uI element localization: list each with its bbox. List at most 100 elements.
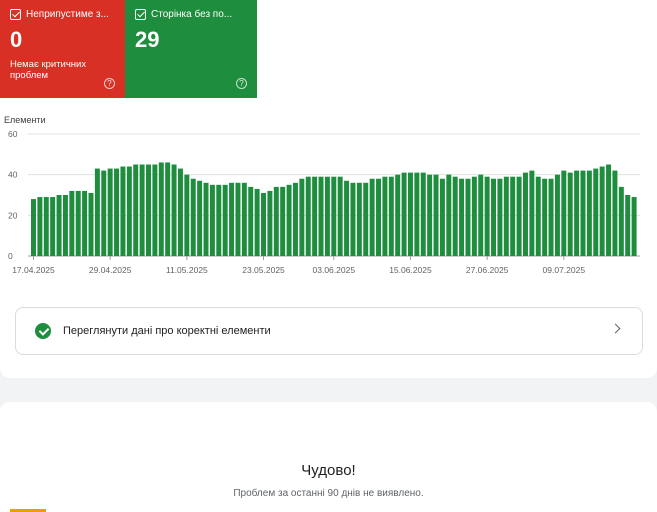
chart-bar[interactable] xyxy=(203,182,209,256)
chart-bar[interactable] xyxy=(465,178,471,256)
chart-bar[interactable] xyxy=(94,168,100,256)
chart-bar[interactable] xyxy=(235,182,241,256)
chart-bar[interactable] xyxy=(376,178,382,256)
view-valid-items-link[interactable]: Переглянути дані про коректні елементи xyxy=(15,307,643,355)
chart-bar[interactable] xyxy=(574,170,580,256)
chart-bar[interactable] xyxy=(522,172,528,256)
chart-bar[interactable] xyxy=(459,178,465,256)
chart-bar[interactable] xyxy=(305,176,311,256)
chart-bar[interactable] xyxy=(369,178,375,256)
chart-bar[interactable] xyxy=(101,170,107,256)
chart-bar[interactable] xyxy=(535,176,541,256)
chart-bar[interactable] xyxy=(152,164,158,257)
chart-bar[interactable] xyxy=(114,168,120,256)
chart-bar[interactable] xyxy=(407,172,413,256)
chart-bar[interactable] xyxy=(382,176,388,256)
chart-bar[interactable] xyxy=(43,197,49,256)
chart-bar[interactable] xyxy=(491,178,497,256)
chart-bar[interactable] xyxy=(554,174,560,256)
chart-bar[interactable] xyxy=(586,170,592,256)
chart-bar[interactable] xyxy=(248,186,254,256)
chart-bar[interactable] xyxy=(197,180,203,256)
chart-bar[interactable] xyxy=(324,176,330,256)
chart-bar[interactable] xyxy=(350,182,356,256)
chart-bar[interactable] xyxy=(209,184,215,256)
chart-bar[interactable] xyxy=(478,174,484,256)
chart-bar[interactable] xyxy=(69,190,75,256)
chart-bar[interactable] xyxy=(439,178,445,256)
chart-bar[interactable] xyxy=(261,192,266,256)
checkbox-icon[interactable] xyxy=(135,9,146,20)
chart-bar[interactable] xyxy=(561,170,567,256)
checkbox-icon[interactable] xyxy=(10,9,21,20)
chart-bar[interactable] xyxy=(420,172,426,256)
chart-bar[interactable] xyxy=(139,164,145,257)
help-icon[interactable]: ? xyxy=(104,78,115,89)
chart-bar[interactable] xyxy=(177,168,183,256)
chart-bar[interactable] xyxy=(31,199,36,256)
chart-bar[interactable] xyxy=(318,176,324,256)
chart-bar[interactable] xyxy=(107,168,113,256)
chart-bar[interactable] xyxy=(363,182,369,256)
chart-bar[interactable] xyxy=(56,195,62,256)
chart-bar[interactable] xyxy=(216,184,222,256)
chart-bar[interactable] xyxy=(529,170,535,256)
chart-bar[interactable] xyxy=(580,170,586,256)
card-invalid[interactable]: Неприпустиме з... 0 Немає критичних проб… xyxy=(0,0,125,98)
chart-bar[interactable] xyxy=(286,184,292,256)
chart-bar[interactable] xyxy=(606,164,612,257)
chart-bar[interactable] xyxy=(548,178,554,256)
chart-bar[interactable] xyxy=(88,192,94,256)
chart-bar[interactable] xyxy=(331,176,337,256)
chart-bar[interactable] xyxy=(62,195,68,256)
chart-bar[interactable] xyxy=(82,190,88,256)
chart-bar[interactable] xyxy=(158,162,164,256)
chart-bar[interactable] xyxy=(146,164,151,257)
chart-bar[interactable] xyxy=(433,174,439,256)
chart-bar[interactable] xyxy=(395,174,401,256)
chart-bar[interactable] xyxy=(229,182,235,256)
chart-bar[interactable] xyxy=(267,190,273,256)
chart-bar[interactable] xyxy=(631,197,637,256)
card-valid[interactable]: Сторінка без по... 29 ? xyxy=(125,0,257,98)
help-icon[interactable]: ? xyxy=(236,78,247,89)
chart-bar[interactable] xyxy=(446,174,452,256)
chart-bar[interactable] xyxy=(184,174,190,256)
chart-bar[interactable] xyxy=(401,172,407,256)
chart-bar[interactable] xyxy=(299,178,305,256)
chart-bar[interactable] xyxy=(612,170,618,256)
chart-bar[interactable] xyxy=(190,178,196,256)
chart-bar[interactable] xyxy=(516,176,522,256)
chart-bar[interactable] xyxy=(171,164,177,257)
chart-bar[interactable] xyxy=(427,174,433,256)
chart-bar[interactable] xyxy=(50,197,56,256)
chart-bar[interactable] xyxy=(484,176,490,256)
chart-bar[interactable] xyxy=(344,180,350,256)
chart-bar[interactable] xyxy=(452,176,458,256)
chart-bar[interactable] xyxy=(254,188,260,256)
chart-bar[interactable] xyxy=(280,186,286,256)
chart-bar[interactable] xyxy=(312,176,318,256)
chart-bar[interactable] xyxy=(618,186,624,256)
chart-bar[interactable] xyxy=(120,166,126,256)
chart-bar[interactable] xyxy=(471,176,477,256)
chart-bar[interactable] xyxy=(510,176,516,256)
chart-bar[interactable] xyxy=(165,162,171,256)
chart-bar[interactable] xyxy=(273,186,279,256)
chart-bar[interactable] xyxy=(222,184,228,256)
chart-bar[interactable] xyxy=(567,172,573,256)
chart-bar[interactable] xyxy=(75,190,81,256)
chart-bar[interactable] xyxy=(356,182,362,256)
chart-bar[interactable] xyxy=(542,178,548,256)
chart-bar[interactable] xyxy=(241,182,247,256)
chart-bar[interactable] xyxy=(126,166,132,256)
chart-bar[interactable] xyxy=(593,168,599,256)
chart-bar[interactable] xyxy=(503,176,509,256)
chart-bar[interactable] xyxy=(599,166,605,256)
chart-bar[interactable] xyxy=(388,176,394,256)
chart-bar[interactable] xyxy=(292,182,298,256)
chart-bar[interactable] xyxy=(337,176,343,256)
chart-bar[interactable] xyxy=(37,197,43,256)
chart-bar[interactable] xyxy=(414,172,420,256)
chart-bar[interactable] xyxy=(625,195,631,256)
